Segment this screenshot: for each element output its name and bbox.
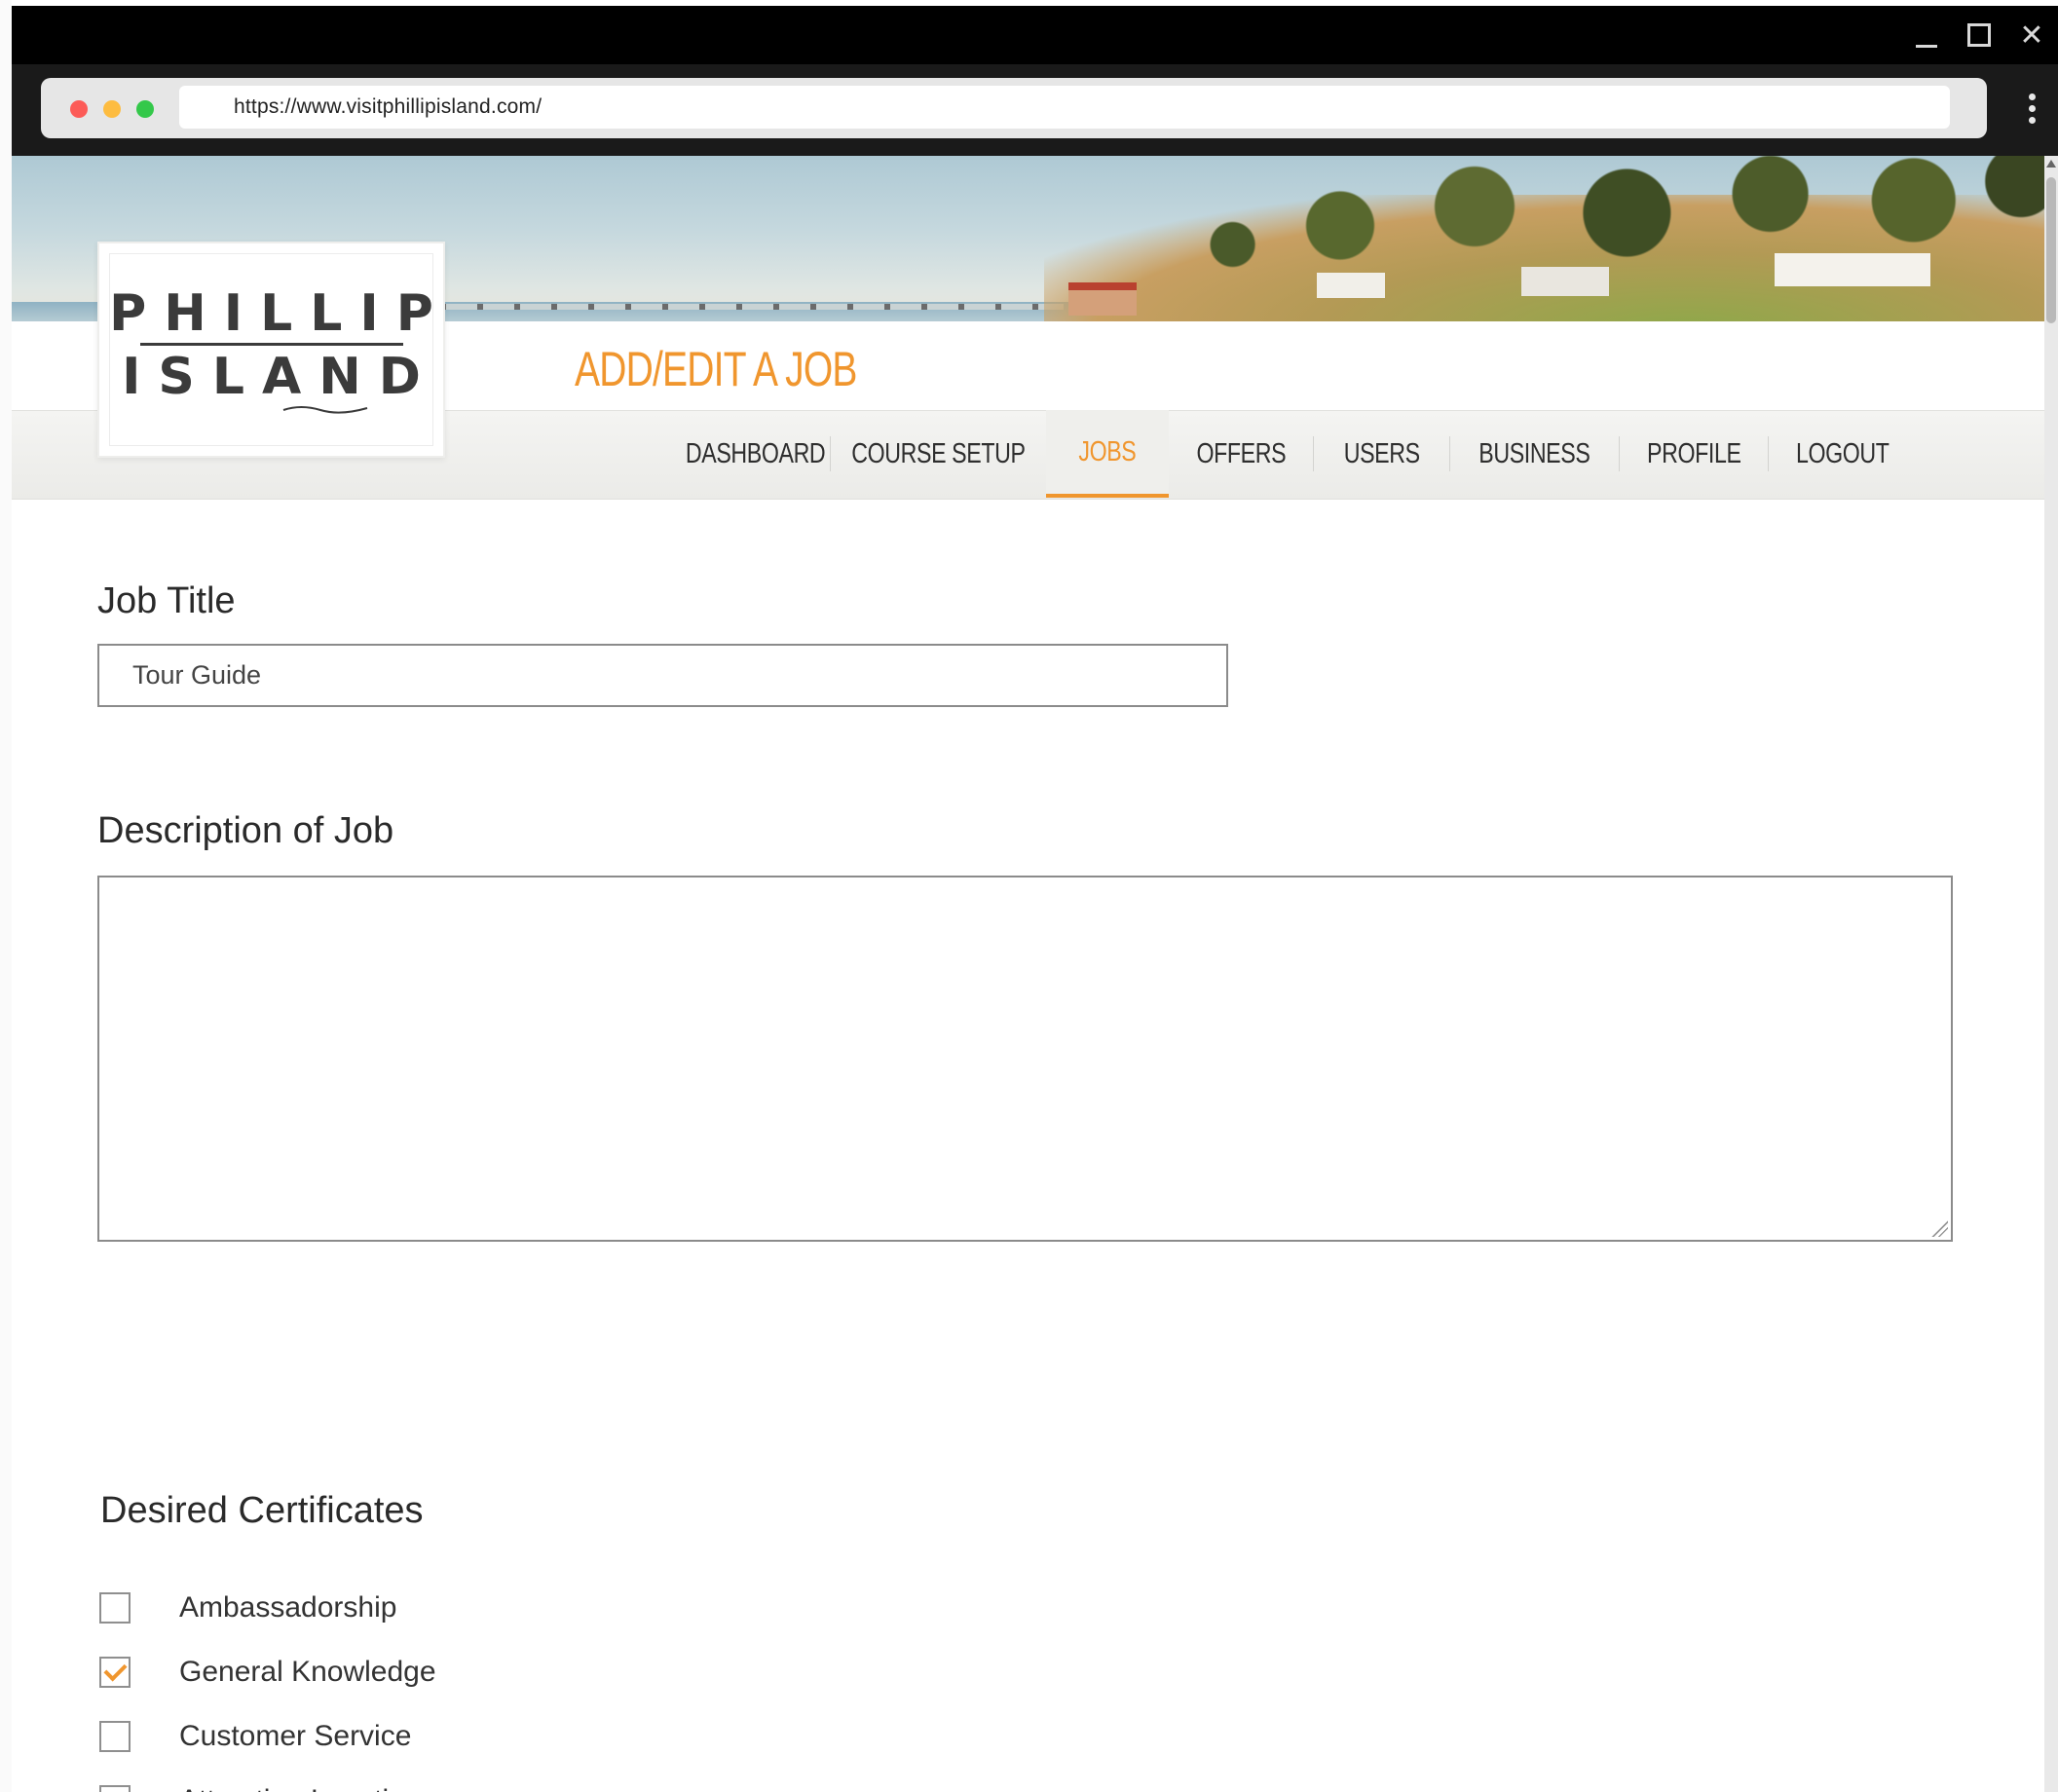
certificate-list: Ambassadorship General Knowledge Custome…: [99, 1576, 436, 1792]
nav-label: DASHBOARD: [686, 437, 826, 469]
certificate-label: Attraction Location: [179, 1784, 421, 1792]
certificate-customer-service[interactable]: Customer Service: [99, 1704, 436, 1769]
browser-toolbar: https://www.visitphillipisland.com/: [12, 64, 2058, 156]
browser-window: ✕ https://www.visitphillipisland.com/ PH…: [0, 0, 2058, 1792]
window-controls: ✕: [1900, 6, 2058, 64]
banner-red-house: [1068, 282, 1137, 316]
nav-business[interactable]: BUSINESS: [1450, 410, 1619, 498]
nav-label: OFFERS: [1196, 437, 1286, 469]
description-textarea[interactable]: [97, 876, 1953, 1242]
page-title: ADD/EDIT A JOB: [575, 342, 857, 396]
nav-profile[interactable]: PROFILE: [1620, 410, 1768, 498]
nav-label: USERS: [1343, 437, 1420, 469]
page-viewport: PHILLIP ISLAND ADD/EDIT A JOB DASHBOARD …: [12, 156, 2044, 1792]
checkbox[interactable]: [99, 1592, 131, 1624]
window-edge: [0, 0, 12, 1792]
nav-label: LOGOUT: [1796, 437, 1890, 469]
certificate-label: Ambassadorship: [179, 1591, 397, 1624]
traffic-lights: [70, 100, 154, 118]
logo-frame: PHILLIP ISLAND: [109, 253, 433, 446]
address-strip: https://www.visitphillipisland.com/: [41, 78, 1987, 138]
kebab-menu-icon[interactable]: [2029, 93, 2037, 124]
scroll-up-icon[interactable]: [2046, 160, 2056, 168]
checkbox-checked[interactable]: [99, 1657, 131, 1688]
nav-offers[interactable]: OFFERS: [1169, 410, 1313, 498]
nav-label: BUSINESS: [1478, 437, 1590, 469]
certificate-ambassadorship[interactable]: Ambassadorship: [99, 1576, 436, 1640]
banner-houses: [1317, 243, 1999, 302]
address-bar[interactable]: https://www.visitphillipisland.com/: [179, 86, 1950, 129]
url-text: https://www.visitphillipisland.com/: [234, 95, 543, 118]
nav-jobs[interactable]: JOBS: [1046, 410, 1169, 498]
certificate-label: Customer Service: [179, 1720, 412, 1752]
nav-logout[interactable]: LOGOUT: [1769, 410, 1917, 498]
resize-handle-icon[interactable]: [1928, 1217, 1948, 1237]
certificate-label: General Knowledge: [179, 1656, 436, 1688]
vertical-scrollbar[interactable]: [2044, 156, 2058, 1792]
title-bar: ✕: [12, 6, 2058, 64]
wave-icon: [282, 405, 367, 414]
nav-users[interactable]: USERS: [1314, 410, 1449, 498]
logo[interactable]: PHILLIP ISLAND: [97, 242, 445, 458]
checkmark-icon: [102, 1658, 128, 1682]
nav-label: COURSE SETUP: [851, 437, 1026, 469]
close-dot-icon[interactable]: [70, 100, 88, 118]
minimize-icon[interactable]: [1900, 6, 1953, 64]
checkbox-checked[interactable]: [99, 1785, 131, 1792]
banner-pier: [440, 304, 1064, 310]
description-label: Description of Job: [97, 810, 394, 851]
certificates-label: Desired Certificates: [100, 1490, 424, 1531]
nav-label: PROFILE: [1646, 437, 1741, 469]
scroll-thumb[interactable]: [2046, 177, 2056, 323]
logo-rule: [139, 342, 403, 346]
main-nav: DASHBOARD COURSE SETUP JOBS OFFERS USERS…: [682, 410, 1917, 498]
checkmark-icon: [102, 1786, 128, 1792]
nav-label: JOBS: [1078, 435, 1137, 467]
zoom-dot-icon[interactable]: [136, 100, 154, 118]
logo-line-1: PHILLIP: [109, 283, 451, 343]
nav-course-setup[interactable]: COURSE SETUP: [831, 410, 1046, 498]
maximize-icon[interactable]: [1953, 6, 2005, 64]
job-title-input[interactable]: [97, 644, 1228, 707]
minimize-dot-icon[interactable]: [103, 100, 121, 118]
close-icon[interactable]: ✕: [2005, 6, 2058, 64]
checkbox[interactable]: [99, 1721, 131, 1752]
logo-line-2: ISLAND: [122, 347, 438, 406]
certificate-general-knowledge[interactable]: General Knowledge: [99, 1640, 436, 1704]
certificate-attraction-location[interactable]: Attraction Location: [99, 1769, 436, 1792]
job-title-label: Job Title: [97, 580, 236, 621]
nav-dashboard[interactable]: DASHBOARD: [682, 410, 830, 498]
